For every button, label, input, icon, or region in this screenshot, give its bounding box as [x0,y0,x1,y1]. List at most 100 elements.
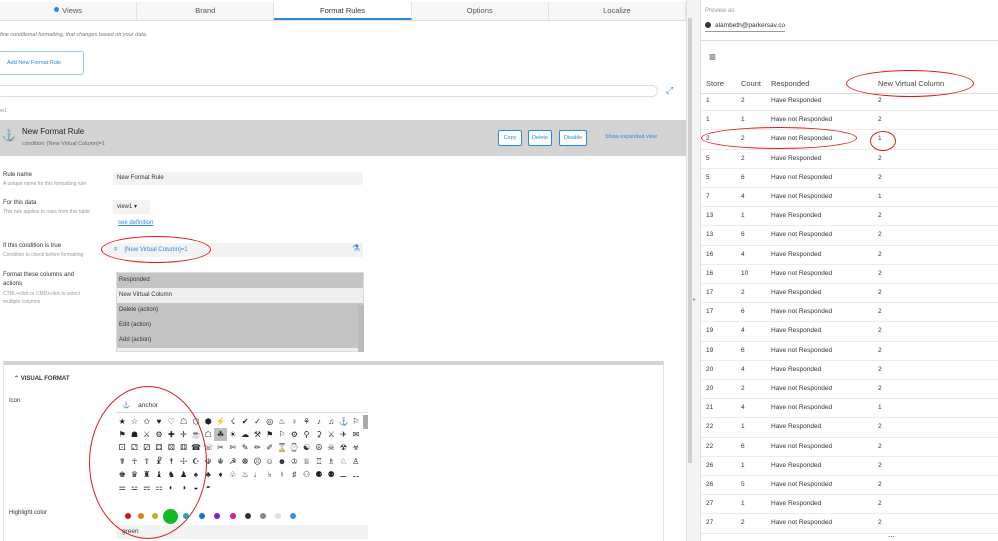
icon-option[interactable]: ☺ [264,455,276,468]
icon-option[interactable]: ⌚ [288,441,300,454]
color-swatch[interactable] [290,513,296,519]
table-row[interactable]: 1 2 Have Responded 2 [701,92,998,112]
icon-option[interactable]: ⚋ [350,468,362,481]
icon-option[interactable]: ☻ [276,455,288,468]
table-row[interactable]: 19 6 Have not Responded 2 [701,342,998,361]
copy-button[interactable]: Copy [498,130,522,146]
rule-search-input[interactable] [0,85,658,97]
icon-option[interactable]: ✈ [337,428,349,441]
icon-option[interactable]: ⚐ [276,428,288,441]
column-option-delete-action[interactable]: Delete (action) [117,303,363,318]
table-row[interactable]: 27 2 Have not Responded 2 [701,514,998,534]
icon-option[interactable]: ⚊ [337,468,349,481]
icon-option[interactable]: ♪ [313,415,325,428]
icon-option[interactable]: ⚈ [313,468,325,481]
icon-option[interactable]: ✂ [214,441,226,454]
see-definition-link[interactable]: see definition [118,220,153,226]
color-swatch[interactable] [275,513,281,519]
header-count[interactable]: Count [741,79,761,88]
table-row[interactable]: 5 6 Have not Responded 2 [701,169,998,188]
icon-option[interactable]: ☭ [227,455,239,468]
table-row[interactable]: 16 4 Have Responded 2 [701,246,998,265]
columns-scrollbar[interactable] [358,305,364,352]
preview-user-select[interactable]: alambeth@parkersav.co [705,22,786,32]
columns-multiselect[interactable]: Responded New Virtual Column Delete (act… [116,272,364,352]
collapse-arrow-icon[interactable]: ▸ [693,296,696,303]
table-row[interactable]: 7 4 Have not Responded 1 [701,188,998,208]
table-row[interactable]: 26 5 Have not Responded 2 [701,476,998,496]
icon-option[interactable]: ⚐ [350,415,362,428]
color-swatch[interactable] [214,513,220,519]
icon-option[interactable]: ☠ [325,441,337,454]
column-option-edit-action[interactable]: Edit (action) [117,318,363,333]
icon-option[interactable]: ✐ [264,441,276,454]
icon-option[interactable]: ♩ [251,468,263,481]
color-swatch[interactable] [260,513,266,519]
delete-button[interactable]: Delete [528,130,552,146]
icon-option[interactable]: ♯ [288,468,300,481]
table-row[interactable]: 13 6 Have not Responded 2 [701,226,998,246]
table-row[interactable]: 20 2 Have not Responded 2 [701,380,998,400]
color-swatch[interactable] [199,513,205,519]
icon-grid-scrollbar[interactable] [363,415,368,429]
icon-option[interactable]: ⚉ [325,468,337,481]
data-view-select[interactable]: view1 ▾ [113,200,150,214]
icon-option[interactable]: ✔ [239,415,251,428]
icon-option[interactable]: ♙ [350,455,362,468]
icon-option[interactable]: ✎ [239,441,251,454]
icon-option[interactable]: ♮ [276,468,288,481]
icon-option[interactable]: ♨ [276,415,288,428]
column-option-add-action[interactable]: Add (action) [117,333,363,348]
icon-option[interactable]: ☯ [300,441,312,454]
icon-option[interactable]: ✉ [350,428,362,441]
icon-option[interactable]: ♖ [313,455,325,468]
icon-option[interactable]: ⚲ [300,428,312,441]
icon-option[interactable]: ♗ [325,455,337,468]
icon-option[interactable]: ☘ [214,428,227,442]
table-row[interactable]: 20 4 Have Responded 2 [701,361,998,380]
icon-option[interactable]: ⚓ [337,415,349,428]
header-responded[interactable]: Responded [771,79,809,88]
icon-option[interactable]: ☀ [227,428,239,441]
table-row[interactable]: 5 2 Have Responded 2 [701,150,998,169]
expand-icon[interactable]: ⤢ [666,85,676,95]
table-row[interactable]: 16 10 Have not Responded 2 [701,265,998,284]
tab-localize[interactable]: Localize [548,2,686,20]
tab-brand[interactable]: Brand [137,2,275,20]
icon-option[interactable]: ♔ [288,455,300,468]
icon-option[interactable]: ✏ [251,441,263,454]
table-row[interactable]: 22 6 Have not Responded 2 [701,438,998,457]
icon-option[interactable]: ⚔ [325,428,337,441]
table-row[interactable]: 19 4 Have Responded 2 [701,322,998,342]
divider-grip[interactable] [688,18,692,463]
color-swatch[interactable] [230,513,236,519]
table-row[interactable]: 17 2 Have Responded 2 [701,284,998,304]
column-option-responded[interactable]: Responded [117,273,363,288]
icon-option[interactable]: ⚘ [300,415,312,428]
icon-option[interactable]: ☢ [337,441,349,454]
table-row[interactable]: 17 6 Have not Responded 2 [701,303,998,323]
tab-format-rules[interactable]: Format Rules [274,2,412,20]
icon-option[interactable]: ⚙ [288,428,300,441]
icon-option[interactable]: ☮ [313,441,325,454]
icon-option[interactable]: ☹ [251,455,263,468]
icon-option[interactable]: ⚳ [313,428,325,441]
icon-option[interactable]: ⚡ [214,415,226,428]
icon-option[interactable]: ♧ [227,468,239,481]
icon-option[interactable]: ♕ [300,455,312,468]
header-store[interactable]: Store [706,79,724,88]
icon-option[interactable]: ✄ [227,441,239,454]
icon-option[interactable]: ☬ [214,455,226,468]
table-row[interactable]: 27 1 Have Responded 2 [701,495,998,515]
tab-options[interactable]: Options [411,2,549,20]
icon-option[interactable]: ☸ [239,455,251,468]
rule-name-input[interactable]: New Format Rule [113,172,363,185]
icon-option[interactable]: ♦ [214,468,226,481]
icon-option[interactable]: ⚒ [251,428,263,441]
tab-views[interactable]: Views [0,2,138,20]
icon-option[interactable]: ◎ [264,415,276,428]
icon-option[interactable]: ☁ [239,428,251,441]
icon-option[interactable]: ⚑ [264,428,276,441]
icon-option[interactable]: ♨ [239,468,251,481]
visual-format-title[interactable]: ⌃ VISUAL FORMAT [14,375,69,382]
